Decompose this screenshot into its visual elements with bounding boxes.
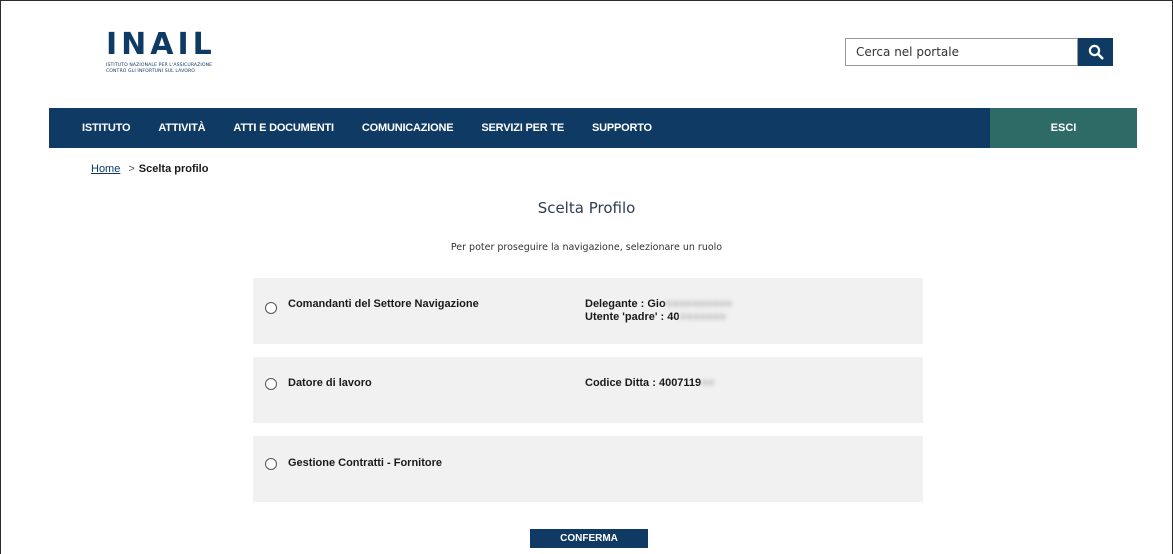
nav-item-istituto[interactable]: ISTITUTO	[82, 122, 131, 134]
redacted-text: ■■■■■■■■■■	[665, 298, 733, 310]
logo-wordmark: INAIL	[106, 27, 216, 62]
redacted-text: ■■■■■■■	[679, 311, 727, 323]
search-input[interactable]	[845, 38, 1078, 66]
delegante-label: Delegante :	[585, 298, 648, 310]
main-navbar: ISTITUTO ATTIVITÀ ATTI E DOCUMENTI COMUN…	[49, 108, 1137, 148]
page-title: Scelta Profilo	[537, 199, 636, 217]
profile-radio[interactable]	[265, 458, 277, 470]
profile-option-gestione-contratti[interactable]: Gestione Contratti - Fornitore	[253, 436, 923, 502]
profile-radio[interactable]	[265, 302, 277, 314]
breadcrumb: Home > Scelta profilo	[91, 163, 208, 175]
instructions-text: Per poter proseguire la navigazione, sel…	[450, 242, 723, 253]
codice-ditta-value: 4007119	[658, 377, 702, 389]
profile-radio[interactable]	[265, 378, 277, 390]
profile-option-comandanti[interactable]: Comandanti del Settore Navigazione Deleg…	[253, 278, 923, 344]
nav-item-comunicazione[interactable]: COMUNICAZIONE	[362, 122, 454, 134]
breadcrumb-separator: >	[128, 163, 135, 175]
nav-item-atti-e-documenti[interactable]: ATTI E DOCUMENTI	[233, 122, 334, 134]
profile-role-label: Comandanti del Settore Navigazione	[288, 298, 479, 310]
profile-role-label: Datore di lavoro	[288, 377, 372, 389]
nav-item-attivita[interactable]: ATTIVITÀ	[158, 122, 205, 134]
redacted-text: ■■	[701, 377, 715, 389]
profile-option-datore-di-lavoro[interactable]: Datore di lavoro Codice Ditta : 4007119■…	[253, 357, 923, 423]
logo-subtitle: ISTITUTO NAZIONALE PER L'ASSICURAZIONE C…	[106, 63, 236, 74]
profile-info-line: Delegante : Gio■■■■■■■■■■	[585, 298, 732, 311]
profile-info-line: Utente 'padre' : 40■■■■■■■	[585, 311, 732, 324]
search-bar	[845, 38, 1113, 66]
delegante-value: Gio	[647, 298, 666, 310]
profile-info: Codice Ditta : 4007119■■	[585, 377, 714, 390]
exit-button[interactable]: ESCI	[990, 108, 1137, 148]
utente-padre-value: 40	[667, 311, 680, 323]
nav-items: ISTITUTO ATTIVITÀ ATTI E DOCUMENTI COMUN…	[49, 108, 990, 148]
breadcrumb-current: Scelta profilo	[138, 163, 209, 175]
breadcrumb-home-link[interactable]: Home	[91, 163, 120, 175]
profile-info: Delegante : Gio■■■■■■■■■■ Utente 'padre'…	[585, 298, 732, 324]
logo-subtitle-line-2: CONTRO GLI INFORTUNI SUL LAVORO	[106, 68, 195, 74]
nav-item-supporto[interactable]: SUPPORTO	[592, 122, 652, 134]
nav-item-servizi-per-te[interactable]: SERVIZI PER TE	[481, 122, 564, 134]
codice-ditta-label: Codice Ditta :	[585, 377, 659, 389]
profile-role-label: Gestione Contratti - Fornitore	[288, 457, 442, 469]
search-button[interactable]	[1078, 38, 1113, 66]
inail-logo[interactable]: INAIL ISTITUTO NAZIONALE PER L'ASSICURAZ…	[106, 30, 236, 76]
search-icon	[1088, 44, 1103, 60]
confirm-button[interactable]: CONFERMA	[530, 529, 648, 548]
utente-padre-label: Utente 'padre' :	[585, 311, 668, 323]
